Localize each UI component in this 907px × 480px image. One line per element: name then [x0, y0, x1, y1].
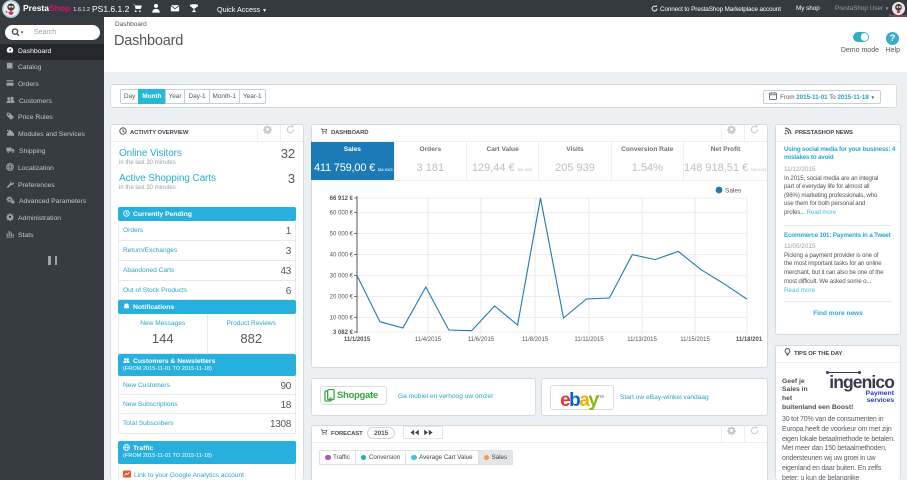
svg-text:11/4/2015: 11/4/2015	[415, 337, 442, 343]
svg-text:11/8/2015: 11/8/2015	[522, 337, 549, 343]
svg-text:11/11/2015: 11/11/2015	[574, 337, 604, 343]
svg-text:20 000 €: 20 000 €	[330, 295, 354, 301]
svg-text:40 000 €: 40 000 €	[330, 253, 354, 259]
svg-text:3 082 €: 3 082 €	[333, 330, 354, 336]
svg-text:Sales: Sales	[725, 188, 742, 195]
svg-text:10 000 €: 10 000 €	[330, 316, 354, 322]
svg-text:30 000 €: 30 000 €	[330, 274, 354, 280]
svg-text:60 000 €: 60 000 €	[330, 211, 354, 217]
svg-text:11/13/2015: 11/13/2015	[627, 337, 657, 343]
svg-text:11/6/2015: 11/6/2015	[468, 337, 495, 343]
svg-text:11/1/2015: 11/1/2015	[344, 337, 371, 343]
svg-text:66 912 €: 66 912 €	[330, 196, 354, 202]
svg-text:11/18/201: 11/18/201	[736, 337, 763, 343]
svg-text:11/15/2015: 11/15/2015	[680, 337, 710, 343]
svg-text:50 000 €: 50 000 €	[330, 232, 354, 238]
